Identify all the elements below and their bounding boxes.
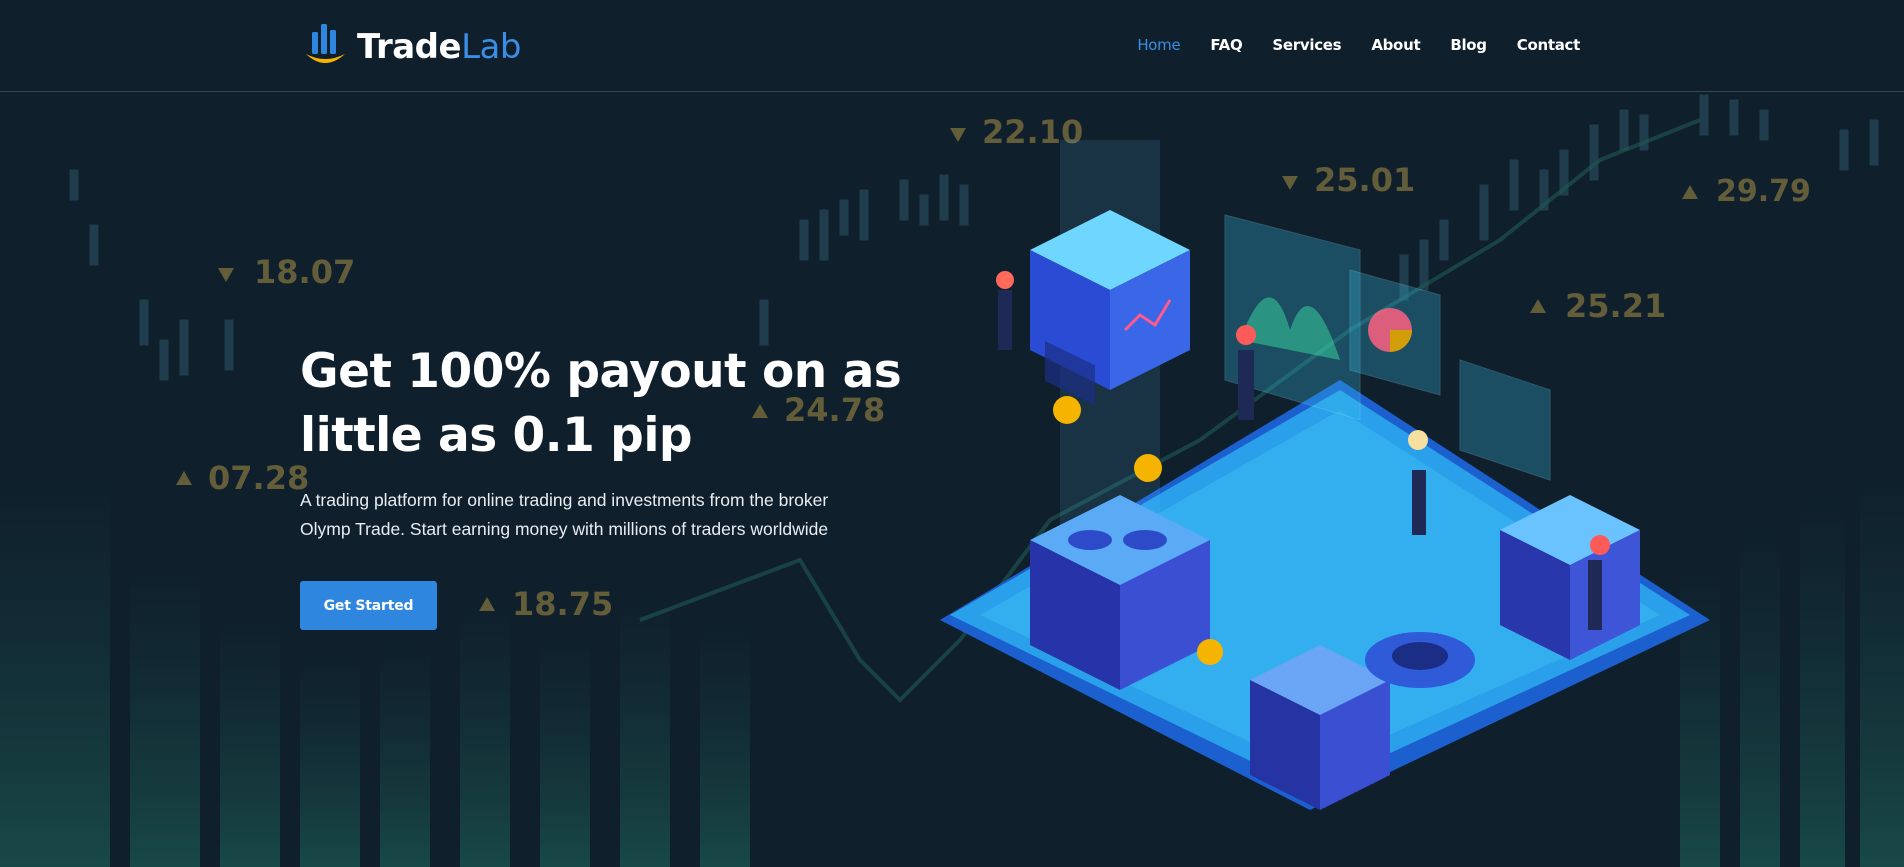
hero-title: Get 100% payout on as little as 0.1 pip xyxy=(300,340,920,468)
hero-description: A trading platform for online trading an… xyxy=(300,486,900,544)
isometric-trading-illustration xyxy=(940,140,1710,810)
data-cube-server xyxy=(1030,210,1190,406)
hero-description-line1: A trading platform for online trading an… xyxy=(300,490,829,510)
nav-blog[interactable]: Blog xyxy=(1450,36,1487,54)
brand-name-part1: Trade xyxy=(357,27,462,67)
hero-title-line1: Get 100% payout on as xyxy=(300,344,902,399)
nav-faq[interactable]: FAQ xyxy=(1210,36,1242,54)
price-label: 18.07 xyxy=(254,253,355,291)
nav-contact[interactable]: Contact xyxy=(1517,36,1581,54)
trading-terminal xyxy=(1500,495,1640,660)
gear-icon xyxy=(1365,632,1475,688)
nav-services[interactable]: Services xyxy=(1272,36,1341,54)
brand-logo[interactable]: TradeLab xyxy=(303,22,521,72)
hero-title-line2: little as 0.1 pip xyxy=(300,408,693,463)
brand-name-part2: Lab xyxy=(461,27,521,67)
site-header: TradeLab Home FAQ Services About Blog Co… xyxy=(0,0,1904,92)
get-started-button[interactable]: Get Started xyxy=(300,581,437,630)
main-nav: Home FAQ Services About Blog Contact xyxy=(1107,36,1580,54)
bar-chart-smile-icon xyxy=(306,24,345,63)
price-label: 07.28 xyxy=(208,459,309,497)
price-label: 29.79 xyxy=(1716,174,1811,209)
hero-description-line2: Olymp Trade. Start earning money with mi… xyxy=(300,519,829,539)
price-label: 18.75 xyxy=(512,585,613,623)
brand-name: TradeLab xyxy=(357,27,521,67)
nav-home[interactable]: Home xyxy=(1137,36,1180,54)
nav-about[interactable]: About xyxy=(1371,36,1420,54)
